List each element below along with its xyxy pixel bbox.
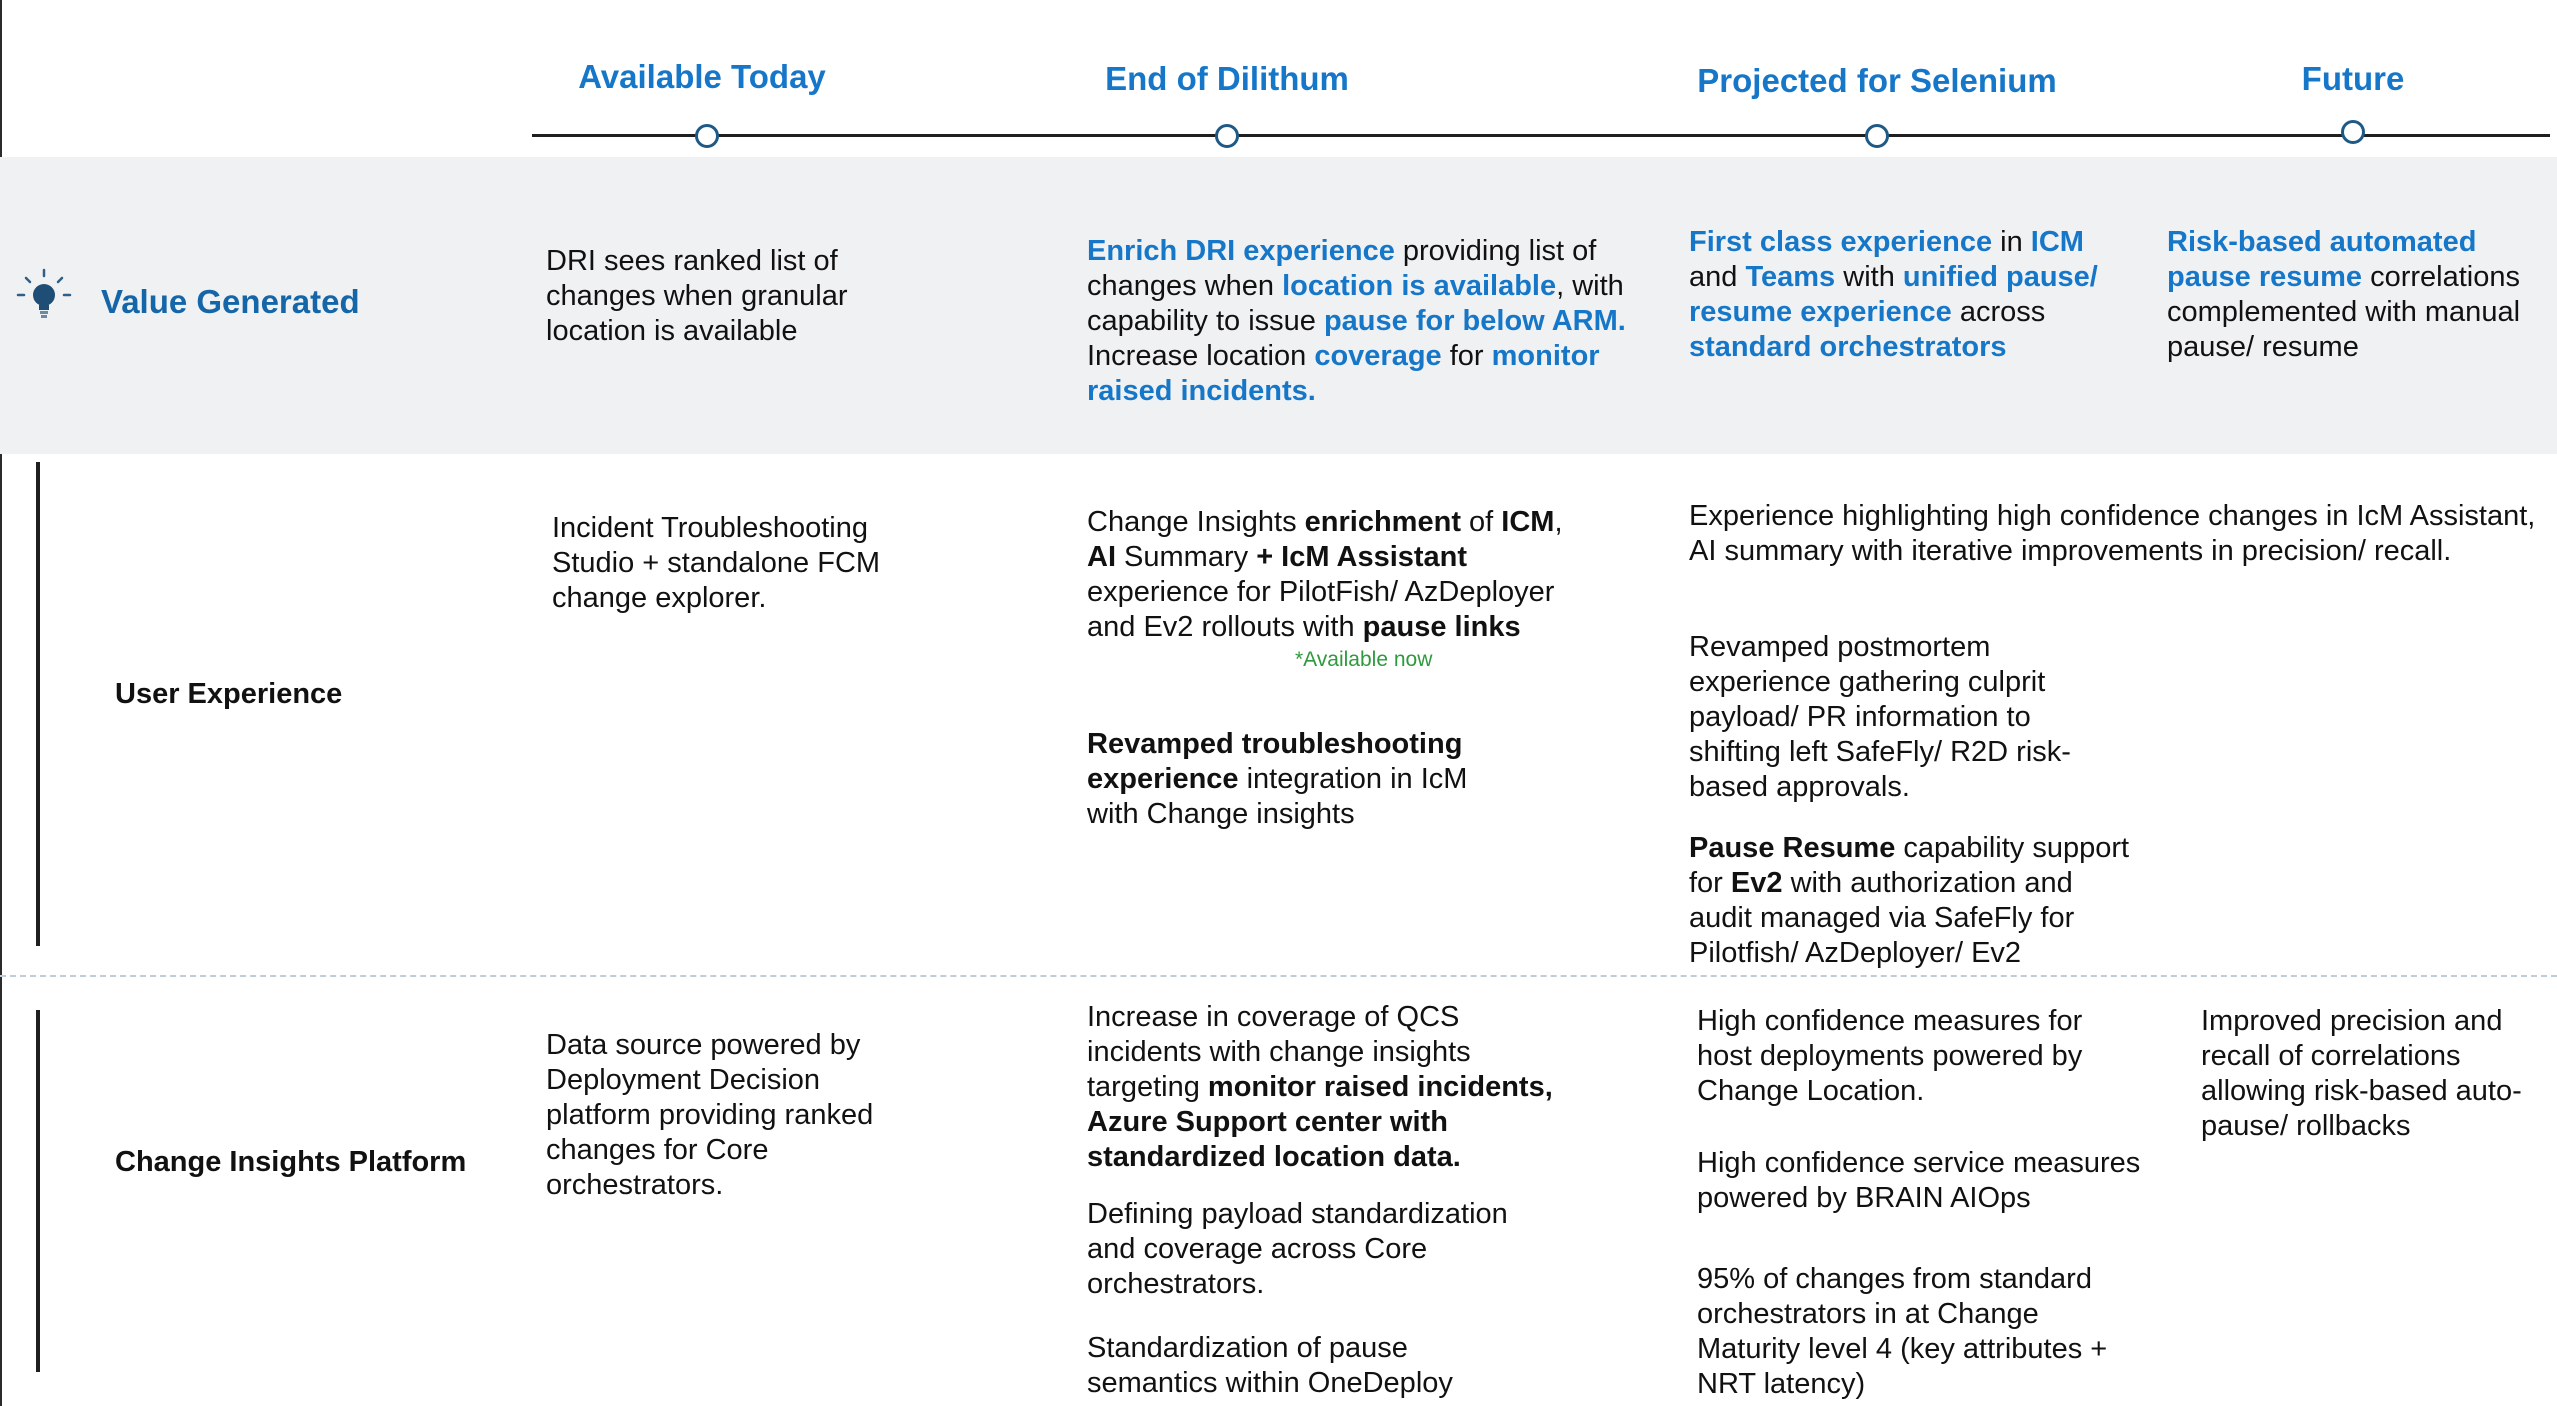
platform-dilithum-coverage-text: Increase in coverage of QCS incidents wi…: [1087, 1001, 1553, 1173]
ux-dilithum-enrichment-text: Change Insights enrichment of ICM, AI Su…: [1087, 506, 1563, 643]
platform-today-text: Data source powered by Deployment Decisi…: [546, 1029, 874, 1201]
platform-selenium-host-text: High confidence measures for host deploy…: [1697, 1005, 2083, 1107]
platform-row-bar: [36, 1010, 40, 1372]
ux-selenium-postmortem-text: Revamped postmortem experience gathering…: [1689, 631, 2071, 803]
ux-dilithum-troubleshooting-text: Revamped troubleshooting experience inte…: [1087, 728, 1468, 830]
timeline-node-future: [2341, 120, 2365, 144]
timeline-node-end-of-dilithum: [1215, 124, 1239, 148]
lightbulb-icon: [16, 268, 72, 324]
platform-dilithum-payload-text: Defining payload standardization and cov…: [1087, 1198, 1508, 1300]
row-label-change-insights-platform: Change Insights Platform: [115, 1146, 467, 1178]
phase-end-of-dilithum: End of Dilithum: [1105, 60, 1349, 97]
ux-selenium-assistant-text: Experience highlighting high confidence …: [1689, 500, 2536, 567]
row-divider: [0, 975, 2557, 977]
ux-selenium-pause-resume-text: Pause Resume capability support for Ev2 …: [1689, 832, 2130, 969]
platform-selenium-maturity-text: 95% of changes from standard orchestrato…: [1697, 1263, 2108, 1400]
timeline-line: [532, 134, 2550, 137]
row-label-value-generated: Value Generated: [101, 283, 360, 320]
value-selenium-text: First class experience in ICM and Teams …: [1689, 226, 2098, 363]
ux-today-text: Incident Troubleshooting Studio + standa…: [552, 512, 881, 614]
available-now-note: *Available now: [1295, 648, 1433, 671]
phase-future: Future: [2301, 60, 2405, 97]
user-experience-row-bar: [36, 462, 40, 946]
platform-dilithum-pause-semantics-text: Standardization of pause semantics withi…: [1087, 1332, 1453, 1399]
value-future-text: Risk-based automated pause resume correl…: [2167, 226, 2521, 363]
row-label-user-experience: User Experience: [115, 678, 343, 710]
platform-future-text: Improved precision and recall of correla…: [2201, 1005, 2522, 1142]
phase-available-today: Available Today: [578, 58, 826, 95]
phase-projected-for-selenium: Projected for Selenium: [1697, 62, 2057, 99]
value-dilithum-text: Enrich DRI experience providing list of …: [1087, 235, 1626, 407]
timeline-node-projected-for-selenium: [1865, 124, 1889, 148]
platform-selenium-brain-text: High confidence service measures powered…: [1697, 1147, 2141, 1214]
value-today-text: DRI sees ranked list of changes when gra…: [546, 245, 848, 347]
timeline-node-available-today: [695, 124, 719, 148]
